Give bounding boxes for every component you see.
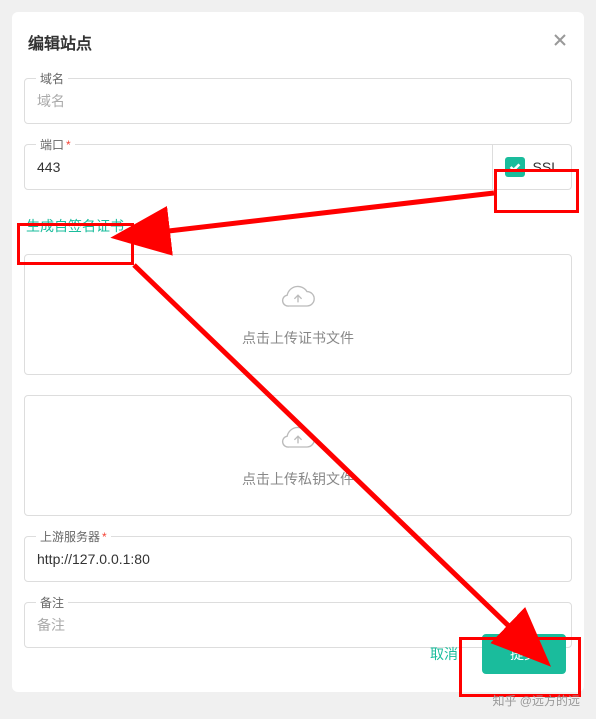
generate-cert-link[interactable]: 生成自签名证书 <box>24 210 126 242</box>
domain-field: 域名 <box>24 78 572 124</box>
edit-site-modal: 编辑站点 域名 端口 SSL 生成自签名证书 点击上传证书文件 <box>12 12 584 692</box>
cloud-upload-icon <box>51 281 545 318</box>
port-label: 端口 <box>36 136 75 153</box>
port-input[interactable] <box>24 144 493 190</box>
domain-input[interactable] <box>24 78 572 124</box>
submit-button[interactable]: 提交 <box>482 634 566 674</box>
upload-cert-area[interactable]: 点击上传证书文件 <box>24 254 572 375</box>
upload-key-text: 点击上传私钥文件 <box>51 469 545 489</box>
upload-key-area[interactable]: 点击上传私钥文件 <box>24 395 572 516</box>
modal-footer: 取消 提交 <box>422 634 566 674</box>
upstream-label: 上游服务器 <box>36 528 111 545</box>
cancel-button[interactable]: 取消 <box>422 634 466 674</box>
modal-title: 编辑站点 <box>28 30 92 54</box>
upstream-field: 上游服务器 <box>24 536 572 582</box>
upload-cert-text: 点击上传证书文件 <box>51 328 545 348</box>
close-icon[interactable] <box>552 32 568 53</box>
ssl-label: SSL <box>533 159 559 175</box>
ssl-checkbox-icon <box>505 157 525 177</box>
port-field: 端口 SSL <box>24 144 572 190</box>
domain-label: 域名 <box>36 70 68 87</box>
watermark-text: 知乎 @远方的远 <box>492 692 580 709</box>
remark-label: 备注 <box>36 594 68 611</box>
cloud-upload-icon <box>51 422 545 459</box>
modal-header: 编辑站点 <box>24 30 572 54</box>
ssl-toggle[interactable]: SSL <box>493 144 572 190</box>
